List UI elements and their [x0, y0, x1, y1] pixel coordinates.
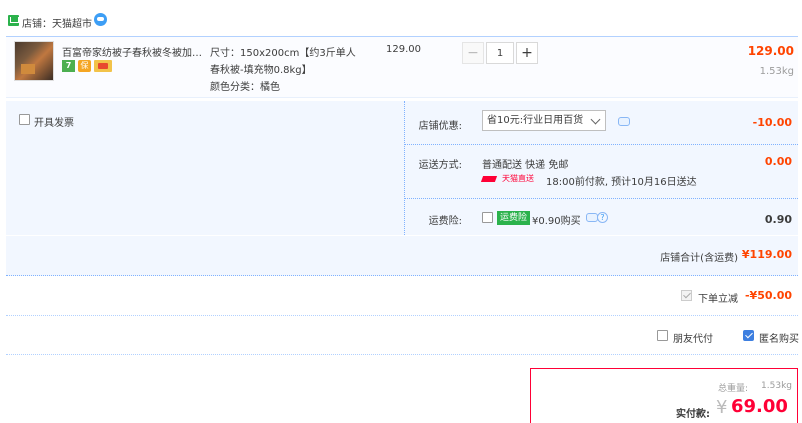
- item-subtotal: 129.00: [747, 44, 794, 58]
- invoice-checkbox[interactable]: [19, 114, 30, 125]
- divider: [6, 315, 798, 316]
- discount-checkbox: [681, 290, 692, 301]
- discount-value: -¥50.00: [744, 289, 792, 302]
- actual-payment-label: 实付款:: [676, 409, 710, 420]
- item-spec-color: 颜色分类：橘色: [210, 82, 280, 93]
- divider: [6, 354, 798, 355]
- seven-day-return-icon: 7: [62, 60, 75, 72]
- quantity-decrease-button[interactable]: −: [462, 42, 484, 64]
- shipping-label: 运送方式:: [418, 160, 462, 171]
- shop-name[interactable]: 店铺：天猫超市: [22, 15, 92, 30]
- card-payment-icon: [94, 60, 112, 72]
- currency-symbol: ¥: [716, 397, 728, 418]
- unit-price: 129.00: [386, 44, 421, 55]
- insurance-tag: 运费险: [497, 211, 531, 225]
- total-weight-value: 1.53kg: [761, 381, 792, 391]
- actual-payment-amount: 69.00: [731, 396, 788, 417]
- friend-pay-label[interactable]: 朋友代付: [673, 330, 713, 345]
- coupon-select[interactable]: 省10元:行业日用百货: [482, 110, 606, 131]
- insurance-checkbox[interactable]: [482, 212, 493, 223]
- shipping-badge: 天猫直送: [502, 174, 534, 183]
- item-spec-size-cont: 春秋被-填充物0.8kg】: [210, 65, 312, 76]
- store-total-value: ¥119.00: [741, 248, 792, 261]
- insurance-price: ¥0.90购买: [532, 216, 581, 227]
- wangwang-chat-icon[interactable]: [94, 13, 107, 26]
- coupon-value: -10.00: [752, 116, 792, 129]
- anonymous-label[interactable]: 匿名购买: [759, 330, 799, 345]
- anonymous-checkbox[interactable]: [743, 330, 754, 341]
- item-weight: 1.53kg: [759, 66, 794, 77]
- help-icon[interactable]: ?: [597, 212, 608, 223]
- item-title[interactable]: 百富帝家纺被子春秋被冬被加厚...: [62, 44, 204, 59]
- coupon-label: 店铺优惠:: [418, 121, 462, 132]
- total-weight-label: 总重量:: [717, 384, 748, 394]
- invoice-label[interactable]: 开具发票: [34, 114, 74, 129]
- friend-pay-checkbox[interactable]: [657, 330, 668, 341]
- insurance-value: 0.90: [764, 213, 792, 226]
- item-thumbnail[interactable]: [14, 41, 54, 81]
- divider: [404, 198, 798, 199]
- shipping-value: 0.00: [764, 155, 792, 168]
- quantity-increase-button[interactable]: +: [516, 42, 538, 64]
- coupon-info-icon[interactable]: [618, 117, 630, 126]
- item-spec-size: 尺寸：150x200cm【约3斤单人: [210, 48, 356, 59]
- guarantee-icon: 保: [78, 60, 91, 72]
- shop-icon: [8, 15, 19, 26]
- store-total-label: 店铺合计(含运费): [660, 253, 738, 264]
- insurance-label: 运费险:: [428, 216, 462, 227]
- divider: [404, 144, 798, 145]
- shop-row: 店铺：天猫超市: [0, 10, 802, 32]
- shipping-method: 普通配送 快递 免邮: [482, 160, 569, 171]
- discount-label: 下单立减: [698, 294, 738, 305]
- shipping-eta: 18:00前付款, 预计10月16日送达: [546, 177, 697, 188]
- quantity-input[interactable]: [486, 42, 514, 64]
